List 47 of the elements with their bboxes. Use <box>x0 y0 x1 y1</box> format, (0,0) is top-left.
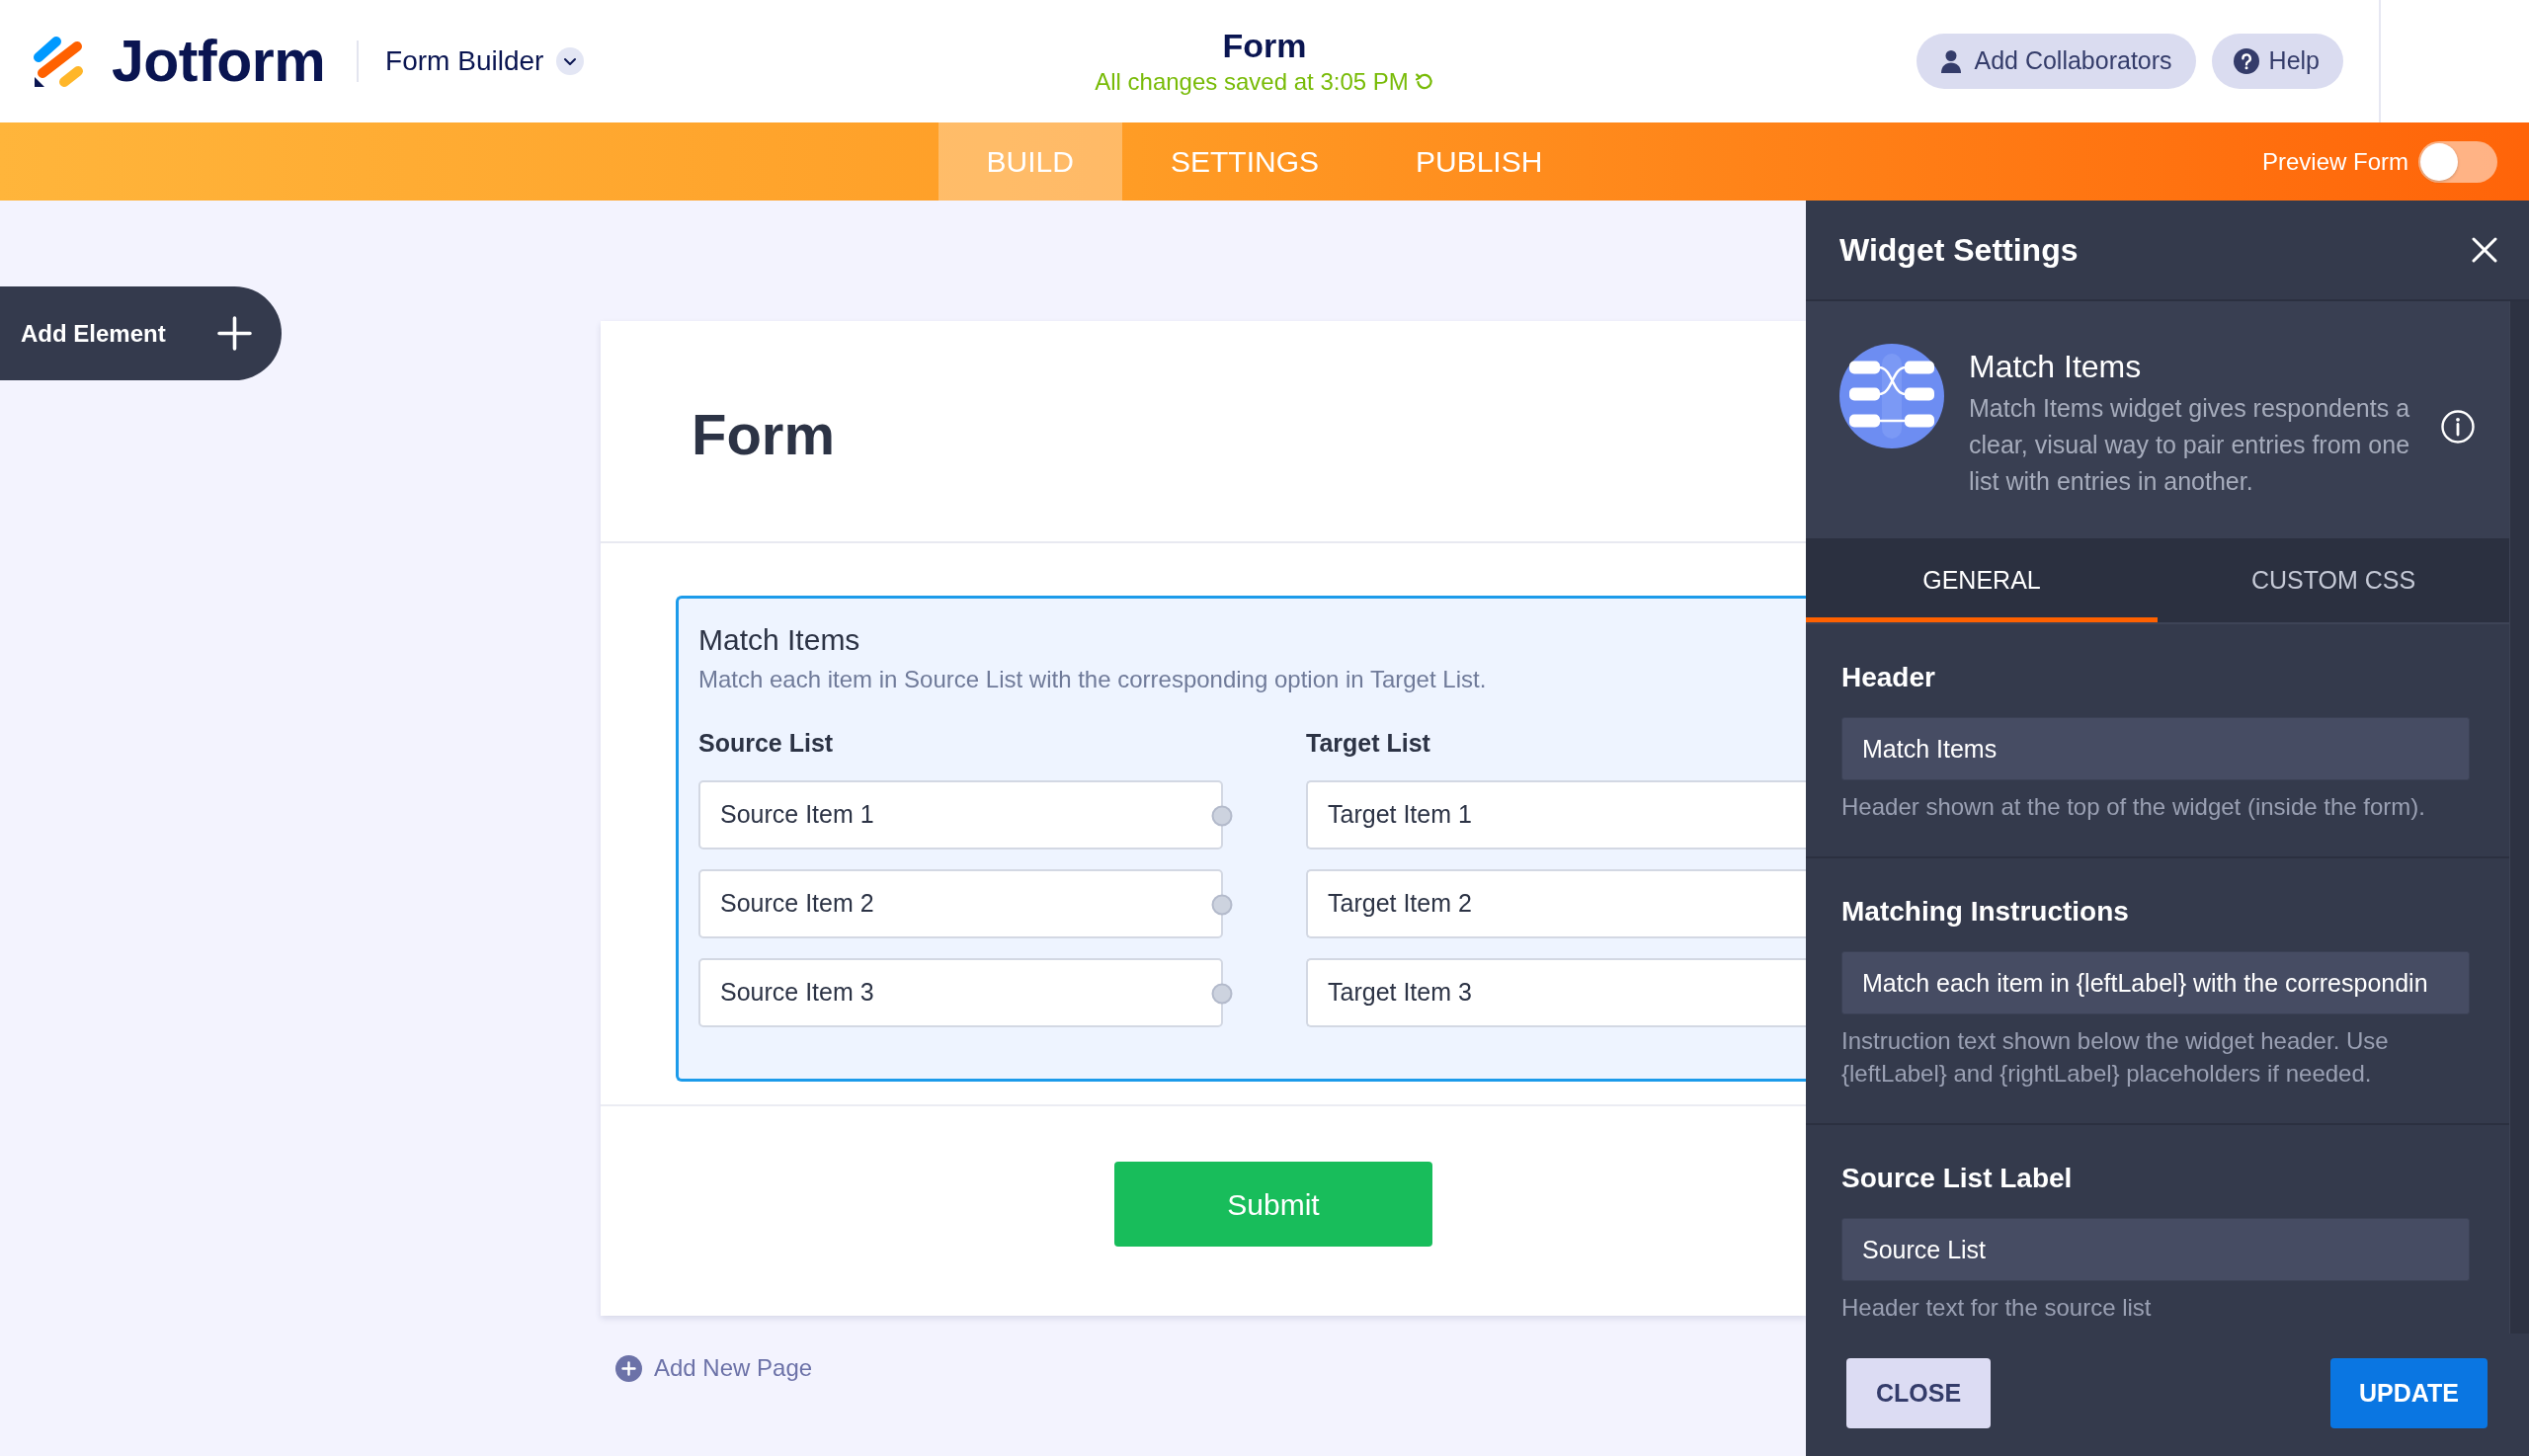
panel-title: Widget Settings <box>1839 231 2079 270</box>
close-icon <box>2472 237 2497 263</box>
list-label: Source List <box>698 728 834 759</box>
field-help-text: Header shown at the top of the widget (inside the form). <box>1841 792 2426 822</box>
update-button[interactable]: UPDATE <box>2330 1358 2488 1428</box>
text-input[interactable]: Match Items <box>1841 717 2470 780</box>
app-menu-button[interactable]: Form Builder <box>385 40 585 82</box>
plus-circle-icon <box>615 1354 642 1382</box>
match-items-widget[interactable]: Match Items Match each item in Source List with the corresponding option in Target List. Source List Source Item 1 Source Item 2 Source Item 3 Target List Target Item 1 Target Item 2 Target Item 3 <box>676 596 1806 1082</box>
preview-toggle[interactable] <box>2418 140 2497 183</box>
add-collaborators-button[interactable]: Add Collaborators <box>1917 34 2196 89</box>
match-items-widget-icon <box>1839 344 1944 448</box>
close-button[interactable]: CLOSE <box>1846 1358 1991 1428</box>
widget-header: Match Items <box>698 622 860 658</box>
list-label: Target List <box>1306 728 1430 759</box>
save-status: All changes saved at 3:05 PM <box>1095 67 1409 97</box>
field-label: Header <box>1841 661 1935 694</box>
handle-dot-icon[interactable] <box>1211 805 1233 827</box>
chevron-down-icon[interactable] <box>556 47 585 75</box>
widget-description: Match Items widget gives respondents a clear, visual way to pair entries from one list with entries in another. <box>1969 393 2411 497</box>
logo-text: Jotform <box>112 32 326 91</box>
text-input[interactable]: Match each item in {leftLabel} with the correspondin <box>1841 951 2470 1014</box>
field-help-text: Header text for the source list <box>1841 1293 2153 1323</box>
widget-instructions: Match each item in Source List with the corresponding option in Target List. <box>698 665 1488 694</box>
refresh-icon <box>1414 72 1434 92</box>
text-input[interactable]: Source List <box>1841 1218 2470 1281</box>
field-label: Matching Instructions <box>1841 895 2129 929</box>
field-label: Source List Label <box>1841 1162 2073 1195</box>
add-new-page-link[interactable]: Add New Page <box>615 1350 813 1386</box>
target-item: Target Item 1 <box>1306 780 1806 849</box>
handle-dot-icon[interactable] <box>1211 983 1233 1005</box>
info-icon[interactable] <box>2441 410 2475 444</box>
form-heading: Form <box>692 401 835 468</box>
field-help-text: Instruction text shown below the widget header. Use {leftLabel} and {rightLabel} placeholders if needed. <box>1841 1026 2390 1089</box>
plus-icon <box>217 316 252 351</box>
panel-tab[interactable]: CUSTOM CSS <box>2158 538 2509 622</box>
help-button[interactable]: Help <box>2211 34 2343 89</box>
form-title: Form <box>1222 27 1307 64</box>
add-element-button[interactable]: Add Element <box>0 286 282 380</box>
help-icon <box>2233 48 2259 74</box>
preview-label: Preview Form <box>2261 146 2408 177</box>
widget-name: Match Items <box>1969 348 2142 386</box>
panel-tab[interactable]: GENERAL <box>1806 538 2158 622</box>
target-item: Target Item 3 <box>1306 958 1806 1027</box>
handle-dot-icon[interactable] <box>1211 894 1233 916</box>
target-item: Target Item 2 <box>1306 869 1806 938</box>
panel-close-button[interactable] <box>2472 237 2497 263</box>
